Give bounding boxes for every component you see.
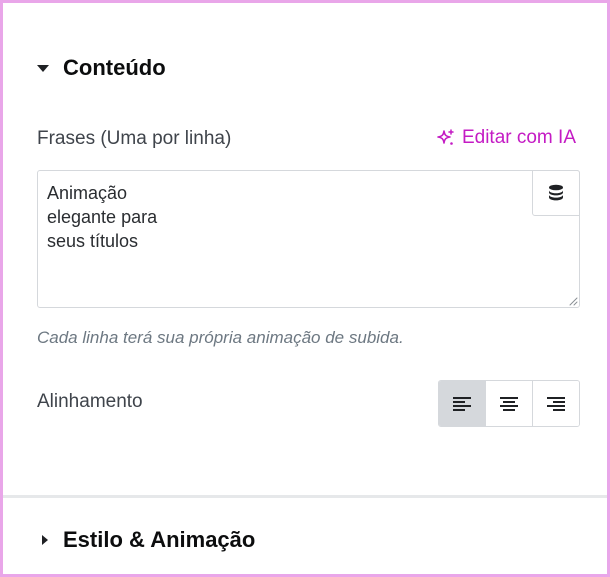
- align-center-button[interactable]: [485, 381, 532, 426]
- phrases-label: Frases (Uma por linha): [37, 128, 232, 149]
- phrases-textarea[interactable]: Animação elegante para seus títulos: [37, 170, 580, 308]
- alignment-label: Alinhamento: [37, 391, 143, 412]
- settings-panel: Conteúdo Frases (Uma por linha) Editar c…: [0, 0, 610, 577]
- section-title-content: Conteúdo: [63, 55, 166, 80]
- align-center-icon: [500, 396, 518, 411]
- edit-with-ai-link[interactable]: Editar com IA: [436, 127, 576, 149]
- align-left-button[interactable]: [439, 381, 485, 426]
- align-right-icon: [547, 396, 565, 411]
- align-left-icon: [453, 396, 471, 411]
- edit-with-ai-label: Editar com IA: [461, 127, 576, 148]
- resize-handle-icon[interactable]: [568, 296, 578, 306]
- section-title-style: Estilo & Animação: [63, 527, 256, 552]
- section-header-style[interactable]: Estilo & Animação: [37, 527, 255, 553]
- sparkle-icon: [437, 129, 454, 145]
- caret-right-icon: [42, 535, 48, 545]
- caret-down-icon: [37, 64, 49, 72]
- phrases-help-text: Cada linha terá sua própria animação de …: [37, 328, 404, 347]
- dynamic-tags-button[interactable]: [532, 170, 580, 216]
- database-icon: [549, 184, 563, 201]
- section-divider: [3, 495, 607, 498]
- section-header-content[interactable]: Conteúdo: [37, 55, 166, 81]
- phrases-textarea-value[interactable]: Animação elegante para seus títulos: [47, 181, 157, 253]
- alignment-control: [438, 380, 580, 427]
- align-right-button[interactable]: [532, 381, 579, 426]
